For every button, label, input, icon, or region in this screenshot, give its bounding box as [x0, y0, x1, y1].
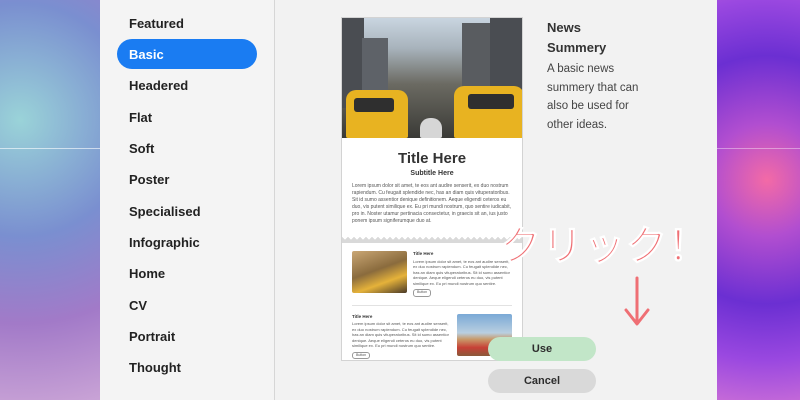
- sidebar-item-label: Poster: [129, 172, 170, 188]
- sidebar-item-label: Soft: [129, 140, 155, 156]
- click-annotation-text: クリック！: [500, 223, 710, 270]
- sidebar-item-specialised[interactable]: Specialised: [117, 196, 257, 226]
- preview-subtitle: Subtitle Here: [410, 170, 454, 177]
- hero-image: [342, 18, 522, 138]
- sidebar-item-infographic[interactable]: Infographic: [117, 227, 257, 257]
- desktop-background-right: [717, 0, 800, 400]
- template-category-sidebar: Featured Basic Headered Flat Soft Poster…: [100, 0, 275, 400]
- sidebar-item-basic[interactable]: Basic: [117, 39, 257, 70]
- desktop-background-left: [0, 0, 100, 400]
- sidebar-item-label: Infographic: [129, 234, 200, 250]
- sidebar-item-label: CV: [129, 297, 148, 313]
- template-picker-dialog: Featured Basic Headered Flat Soft Poster…: [100, 0, 717, 400]
- preview-body-text: Lorem ipsum dolor sit amet, te eos ant a…: [352, 183, 511, 224]
- template-preview[interactable]: Title Here Subtitle Here Lorem ipsum dol…: [341, 17, 523, 361]
- preview-card: Title Here Lorem ipsum dolor sit amet, t…: [342, 243, 522, 297]
- taxi-shape: [454, 86, 522, 138]
- sidebar-item-cv[interactable]: CV: [117, 290, 257, 320]
- background-divider: [0, 148, 100, 149]
- sidebar-item-soft[interactable]: Soft: [117, 133, 257, 163]
- sidebar-item-thought[interactable]: Thought: [117, 353, 257, 383]
- card-text: Lorem ipsum dolor sit amet, te eos ant a…: [413, 258, 510, 286]
- sidebar-item-label: Portrait: [129, 328, 176, 344]
- template-name: News Summery: [547, 20, 607, 55]
- cancel-button[interactable]: Cancel: [488, 369, 596, 393]
- sidebar-item-poster[interactable]: Poster: [117, 165, 257, 195]
- sidebar-item-flat[interactable]: Flat: [117, 102, 257, 132]
- taxi-shape: [346, 90, 408, 138]
- use-button[interactable]: Use: [488, 337, 596, 361]
- sidebar-item-label: Specialised: [129, 203, 201, 219]
- card-thumbnail: [352, 251, 407, 293]
- card-button: Button: [413, 289, 432, 297]
- background-divider: [717, 148, 800, 149]
- sidebar-item-headered[interactable]: Headered: [117, 71, 257, 101]
- sidebar-item-label: Thought: [129, 360, 181, 376]
- preview-title: Title Here: [397, 150, 467, 167]
- sidebar-item-home[interactable]: Home: [117, 259, 257, 289]
- sidebar-item-portrait[interactable]: Portrait: [117, 321, 257, 351]
- sidebar-item-label: Headered: [129, 78, 189, 94]
- arrow-down-icon: [624, 276, 650, 326]
- card-title: Title Here: [413, 251, 434, 256]
- sidebar-item-label: Home: [129, 266, 166, 282]
- sidebar-item-label: Featured: [129, 15, 184, 31]
- sidebar-item-label: Flat: [129, 109, 153, 125]
- card-text: Lorem ipsum dolor sit amet, te eos ant a…: [352, 321, 449, 348]
- card-title: Title Here: [352, 313, 373, 319]
- card-button: Button: [352, 351, 371, 359]
- template-description: A basic news summery that can also be us…: [547, 63, 639, 131]
- car-shape: [420, 118, 442, 138]
- sidebar-item-label: Basic: [129, 46, 164, 62]
- sidebar-item-featured[interactable]: Featured: [117, 8, 257, 38]
